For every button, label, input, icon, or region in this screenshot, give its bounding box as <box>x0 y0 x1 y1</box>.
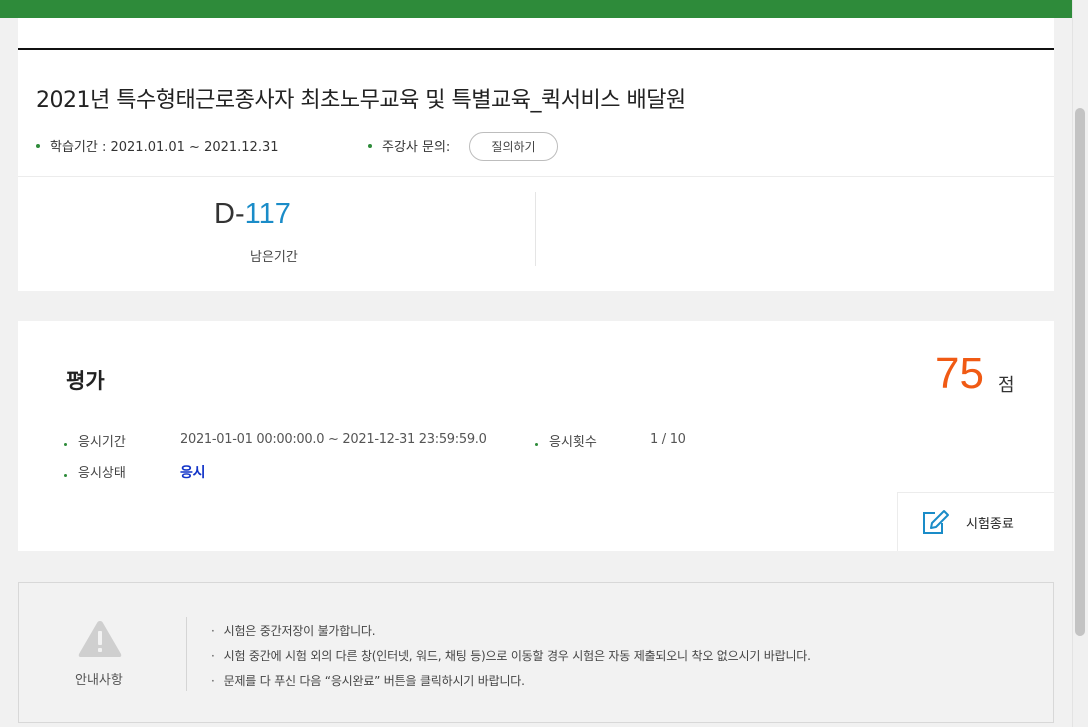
study-period: 학습기간 : 2021.01.01 ~ 2021.12.31 <box>36 136 279 155</box>
dday-counter: D-117 <box>214 198 291 231</box>
notice-box: 안내사항 시험은 중간저장이 불가합니다. 시험 중간에 시험 외의 다른 창(… <box>18 582 1054 723</box>
attempts-value: 1 / 10 <box>650 432 686 447</box>
exam-period-label: 응시기간 <box>78 435 126 450</box>
exam-status-row: 응시상태 <box>64 462 126 481</box>
warning-triangle-icon <box>78 621 122 657</box>
notice-item: 시험은 중간저장이 불가합니다. <box>211 619 811 644</box>
evaluation-title: 평가 <box>66 369 105 393</box>
instructor-inquiry-label: 주강사 문의: <box>382 140 451 155</box>
ask-question-button[interactable]: 질의하기 <box>469 132 558 161</box>
info-divider <box>18 176 1054 177</box>
course-info-card: 2021년 특수형태근로종사자 최초노무교육 및 특별교육_퀵서비스 배달원 학… <box>18 18 1054 291</box>
top-accent-bar <box>0 0 1072 18</box>
score-value: 75 <box>935 349 984 398</box>
notice-list: 시험은 중간저장이 불가합니다. 시험 중간에 시험 외의 다른 창(인터넷, … <box>211 619 811 694</box>
end-exam-label: 시험종료 <box>966 516 1014 532</box>
study-period-text: 학습기간 : 2021.01.01 ~ 2021.12.31 <box>50 140 279 155</box>
bullet-dot <box>64 474 67 477</box>
exam-period-row: 응시기간 <box>64 431 126 450</box>
bullet-dot <box>36 143 40 148</box>
evaluation-card: 평가 75 점 응시기간 2021-01-01 00:00:00.0 ~ 202… <box>18 321 1054 551</box>
vertical-scrollbar[interactable] <box>1072 0 1088 727</box>
bullet-dot <box>368 143 372 148</box>
attempts-row: 응시횟수 <box>535 431 597 450</box>
left-gutter <box>0 18 18 727</box>
attempts-label: 응시횟수 <box>549 435 597 450</box>
end-exam-button[interactable]: 시험종료 <box>897 492 1054 551</box>
remaining-period-label: 남은기간 <box>250 250 298 265</box>
notice-divider <box>186 617 187 691</box>
pencil-edit-icon <box>923 510 949 534</box>
header-divider <box>18 48 1054 50</box>
exam-period-value: 2021-01-01 00:00:00.0 ~ 2021-12-31 23:59… <box>180 432 487 447</box>
dday-number: 117 <box>244 198 291 230</box>
dday-prefix: D- <box>214 198 245 230</box>
bullet-dot <box>535 443 538 446</box>
notice-label: 안내사항 <box>75 673 123 688</box>
dday-divider <box>535 192 536 266</box>
scrollbar-thumb[interactable] <box>1075 108 1085 636</box>
notice-item: 문제를 다 푸신 다음 “응시완료” 버튼을 클릭하시기 바랍니다. <box>211 669 811 694</box>
score-unit: 점 <box>998 375 1015 396</box>
exam-status-label: 응시상태 <box>78 466 126 481</box>
exam-status-value: 응시 <box>180 465 206 481</box>
notice-item: 시험 중간에 시험 외의 다른 창(인터넷, 워드, 채팅 등)으로 이동할 경… <box>211 644 811 669</box>
instructor-inquiry: 주강사 문의: <box>368 136 450 155</box>
bullet-dot <box>64 443 67 446</box>
course-title: 2021년 특수형태근로종사자 최초노무교육 및 특별교육_퀵서비스 배달원 <box>36 88 686 113</box>
